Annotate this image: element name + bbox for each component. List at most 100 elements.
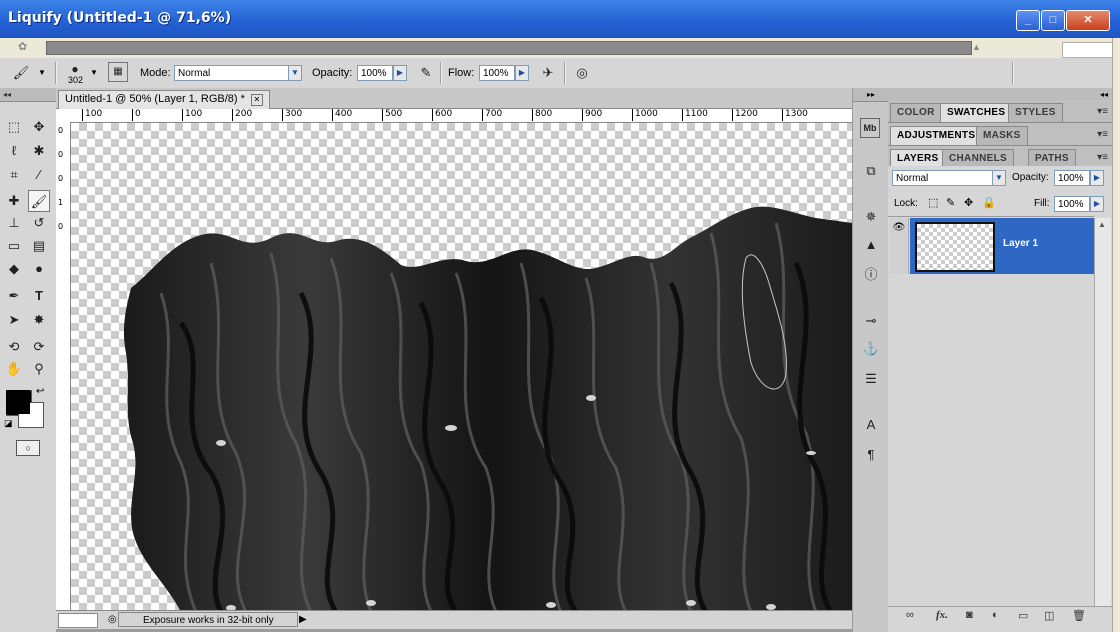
separator	[440, 62, 442, 84]
tablet-pressure-size-icon[interactable]: ◎	[571, 62, 593, 84]
strip-arrow-icon: ▲	[972, 42, 981, 52]
eraser-tool-icon[interactable]: ▭	[3, 235, 25, 257]
clone-source-icon[interactable]: ⚓	[860, 338, 882, 360]
flow-slider-icon[interactable]: ▶	[515, 65, 529, 81]
document-tab[interactable]: Untitled-1 @ 50% (Layer 1, RGB/8) * ✕	[58, 90, 270, 109]
blur-tool-icon[interactable]: ◆	[3, 258, 25, 280]
adjustment-layer-icon[interactable]: ◐	[992, 609, 999, 621]
brush-presets-icon[interactable]: ⊸	[860, 310, 882, 332]
lock-all-icon[interactable]: 🔒	[982, 196, 996, 209]
opacity-input[interactable]: 100%	[357, 65, 393, 81]
layer-opacity-slider-icon[interactable]: ▶	[1090, 170, 1104, 186]
mini-bridge-icon[interactable]: Mb	[860, 118, 880, 138]
info-icon[interactable]: ⓘ	[860, 264, 882, 286]
default-colors-icon[interactable]: ◪	[4, 418, 13, 429]
ruler-h-label: 1200	[732, 109, 758, 121]
airbrush-icon[interactable]: ✈	[537, 62, 559, 84]
new-layer-icon[interactable]: ◫	[1044, 609, 1054, 622]
healing-brush-tool-icon[interactable]: ✚	[3, 190, 25, 212]
lock-position-icon[interactable]: ✥	[964, 196, 973, 209]
layer-style-icon[interactable]: fx.	[936, 609, 948, 621]
hand-tool-icon[interactable]: ✋	[3, 358, 25, 380]
tab-masks[interactable]: MASKS	[976, 126, 1028, 145]
ruler-h-label: 1000	[632, 109, 658, 121]
image-canvas[interactable]	[71, 123, 852, 612]
scroll-up-icon[interactable]: ▲	[1098, 220, 1106, 229]
blend-mode-dropdown-icon[interactable]: ▼	[992, 170, 1006, 186]
fill-input[interactable]: 100%	[1054, 196, 1090, 212]
lock-transparent-icon[interactable]: ⬚	[928, 196, 938, 209]
tool-presets-icon[interactable]: ☰	[860, 368, 882, 390]
window-titlebar: Liquify (Untitled-1 @ 71,6%) _ □ ✕	[0, 0, 1120, 38]
search-box[interactable]	[1062, 42, 1114, 58]
mode-dropdown-icon[interactable]: ▼	[288, 65, 302, 81]
history-icon[interactable]: ⧉	[860, 160, 882, 182]
zoom-tool-icon[interactable]: ⚲	[28, 358, 50, 380]
pen-tool-icon[interactable]: ✒	[3, 285, 25, 307]
add-mask-icon[interactable]: ◙	[966, 609, 973, 621]
layers-scrollbar[interactable]: ▲	[1094, 218, 1111, 606]
toolbox-header[interactable]: ◂◂	[0, 88, 56, 102]
move-tool-icon[interactable]: ✥	[28, 116, 50, 138]
lasso-tool-icon[interactable]: ℓ	[3, 140, 25, 162]
3d-orbit-tool-icon[interactable]: ⟳	[28, 336, 50, 358]
tablet-pressure-opacity-icon[interactable]: ✎	[415, 62, 437, 84]
minimize-button[interactable]: _	[1016, 10, 1040, 31]
zoom-field[interactable]	[58, 613, 98, 628]
paragraph-icon[interactable]: ¶	[860, 444, 882, 466]
opacity-slider-icon[interactable]: ▶	[393, 65, 407, 81]
layer-thumbnail	[915, 222, 995, 272]
new-group-icon[interactable]: ▭	[1018, 609, 1028, 622]
crop-tool-icon[interactable]: ⌗	[3, 164, 25, 186]
ruler-origin[interactable]	[56, 109, 71, 123]
lock-image-icon[interactable]: ✎	[946, 196, 955, 209]
clone-stamp-tool-icon[interactable]: ⊥	[3, 212, 25, 234]
navigator-icon[interactable]: ✵	[860, 206, 882, 228]
type-tool-icon[interactable]: T	[28, 285, 50, 307]
status-info-icon[interactable]: ◎	[108, 614, 117, 625]
layer-visibility-icon[interactable]: 👁	[890, 218, 909, 274]
layers-bottom-bar: ∞ fx. ◙ ◐ ▭ ◫ 🗑	[888, 606, 1112, 627]
toolbox: ◂◂ ⬚ ✥ ℓ ✱ ⌗ ⁄ ✚ 🖌 ⊥ ↺ ▭ ▤ ◆ ● ✒ T ➤ ✸ ⟲…	[0, 88, 57, 632]
close-button[interactable]: ✕	[1066, 10, 1110, 31]
3d-rotate-tool-icon[interactable]: ⟲	[3, 336, 25, 358]
layer-opacity-input[interactable]: 100%	[1054, 170, 1090, 186]
path-selection-tool-icon[interactable]: ➤	[3, 309, 25, 331]
brush-tool-icon[interactable]: 🖌	[10, 62, 32, 84]
delete-layer-icon[interactable]: 🗑	[1072, 609, 1086, 622]
status-menu-arrow-icon[interactable]: ▶	[299, 614, 307, 625]
tab-styles[interactable]: STYLES	[1008, 103, 1063, 122]
liquified-image	[123, 206, 852, 612]
custom-shape-tool-icon[interactable]: ✸	[28, 309, 50, 331]
fill-slider-icon[interactable]: ▶	[1090, 196, 1104, 212]
history-brush-tool-icon[interactable]: ↺	[28, 212, 50, 234]
magic-wand-tool-icon[interactable]: ✱	[28, 140, 50, 162]
panel-menu-icon[interactable]: ▾≡	[1097, 106, 1108, 117]
swap-colors-icon[interactable]: ↩	[36, 386, 44, 397]
maximize-button[interactable]: □	[1041, 10, 1065, 31]
panel-menu-icon[interactable]: ▾≡	[1097, 152, 1108, 163]
tab-adjustments[interactable]: ADJUSTMENTS	[890, 126, 983, 145]
link-layers-icon[interactable]: ∞	[906, 609, 914, 621]
gradient-tool-icon[interactable]: ▤	[28, 235, 50, 257]
brush-tool-icon[interactable]: 🖌	[28, 190, 50, 212]
tool-preset-dropdown-icon[interactable]: ▼	[38, 68, 46, 77]
eyedropper-tool-icon[interactable]: ⁄	[28, 164, 50, 186]
close-tab-icon[interactable]: ✕	[250, 94, 263, 106]
layer-opacity-label: Opacity:	[1012, 172, 1049, 183]
brush-dropdown-icon[interactable]: ▼	[90, 68, 98, 77]
brush-panel-icon[interactable]: ▦	[108, 62, 128, 82]
dodge-tool-icon[interactable]: ●	[28, 258, 50, 280]
tab-color[interactable]: COLOR	[890, 103, 942, 122]
quick-mask-icon[interactable]: ○	[16, 440, 40, 456]
mode-select[interactable]: Normal	[174, 65, 290, 81]
marquee-tool-icon[interactable]: ⬚	[3, 116, 25, 138]
dock-header[interactable]: ▸▸	[853, 88, 889, 102]
character-icon[interactable]: A	[860, 414, 882, 436]
panel-menu-icon[interactable]: ▾≡	[1097, 129, 1108, 140]
tab-swatches[interactable]: SWATCHES	[940, 103, 1013, 122]
blend-mode-select[interactable]: Normal	[892, 170, 996, 186]
layer-row[interactable]: Layer 1	[910, 218, 1094, 274]
flow-input[interactable]: 100%	[479, 65, 515, 81]
histogram-icon[interactable]: ▲	[860, 234, 882, 256]
